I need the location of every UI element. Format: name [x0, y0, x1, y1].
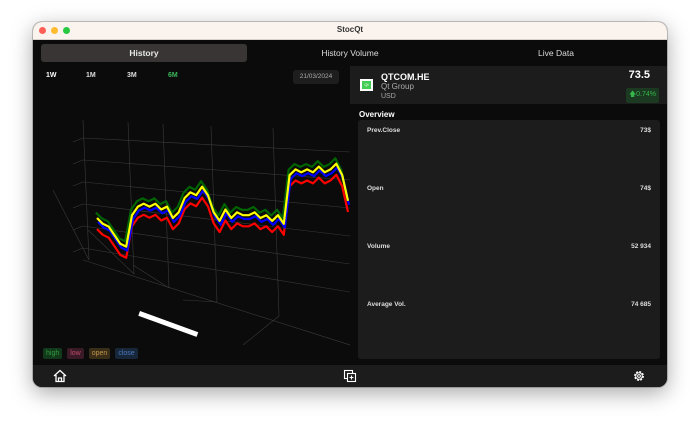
overview-row-average-vol: Average Vol. 74 685: [367, 301, 651, 308]
overview-title: Overview: [359, 110, 395, 119]
axis-highlight-bar: [138, 311, 198, 337]
overview-row-volume: Volume 52 934: [367, 243, 651, 250]
grid-line: [73, 160, 83, 164]
stock-price: 73.5: [629, 69, 650, 81]
overview-panel: Prev.Close 73$ Open 74$ Volume 52 934 Avera…: [358, 120, 660, 359]
range-1m[interactable]: 1M: [86, 72, 96, 79]
app-window: StocQt History History Volume Live Data …: [33, 22, 667, 387]
range-3m[interactable]: 3M: [127, 72, 137, 79]
row-label: Prev.Close: [367, 127, 400, 134]
row-value: 73$: [640, 127, 651, 134]
row-label: Average Vol.: [367, 301, 406, 308]
grid-line: [83, 138, 350, 152]
legend-open[interactable]: open: [89, 348, 111, 359]
window-title: StocQt: [33, 25, 667, 34]
grid-line: [73, 248, 83, 252]
qt-logo: Qt: [360, 79, 373, 91]
row-value: 74 685: [631, 301, 651, 308]
price-change-badge: 🡅0.74%: [626, 88, 659, 103]
range-6m[interactable]: 6M: [168, 72, 178, 79]
qt-logo-mark: Qt: [362, 81, 371, 89]
range-1w[interactable]: 1W: [46, 72, 57, 79]
grid-line: [83, 260, 350, 345]
row-label: Open: [367, 185, 384, 192]
currency: USD: [381, 93, 396, 100]
grid-line: [83, 182, 350, 208]
chart-legend: high low open close: [43, 348, 138, 359]
grid-line: [133, 265, 169, 288]
legend-close[interactable]: close: [115, 348, 137, 359]
grid-line: [73, 204, 83, 208]
stock-header: Qt QTCOM.HE Qt Group USD 73.5 🡅0.74%: [350, 66, 667, 104]
price-change: 0.74%: [636, 91, 656, 98]
grid-line: [243, 316, 279, 345]
grid-line: [128, 122, 134, 274]
title-bar: StocQt: [33, 22, 667, 40]
overview-row-prev-close: Prev.Close 73$: [367, 127, 651, 134]
settings-gear-icon[interactable]: [632, 369, 646, 383]
legend-high[interactable]: high: [43, 348, 62, 359]
grid-line: [53, 190, 89, 260]
tab-history[interactable]: History: [41, 44, 247, 62]
legend-low[interactable]: low: [67, 348, 84, 359]
row-value: 74$: [640, 185, 651, 192]
company-name: Qt Group: [381, 82, 414, 91]
grid-line: [73, 182, 83, 186]
tab-bar: History History Volume Live Data: [41, 44, 659, 62]
grid-line: [73, 226, 83, 230]
tab-live-data[interactable]: Live Data: [453, 44, 659, 62]
row-label: Volume: [367, 243, 390, 250]
date-picker[interactable]: 21/03/2024: [293, 70, 339, 84]
grid-line: [73, 138, 83, 142]
bottom-toolbar: [33, 365, 667, 387]
overview-row-open: Open 74$: [367, 185, 651, 192]
stock-symbol: QTCOM.HE: [381, 72, 430, 82]
home-icon[interactable]: [53, 369, 67, 383]
grid-line: [83, 120, 89, 260]
history-3d-chart[interactable]: [33, 90, 350, 345]
row-value: 52 934: [631, 243, 651, 250]
tab-history-volume[interactable]: History Volume: [247, 44, 453, 62]
add-stock-icon[interactable]: [343, 369, 357, 383]
